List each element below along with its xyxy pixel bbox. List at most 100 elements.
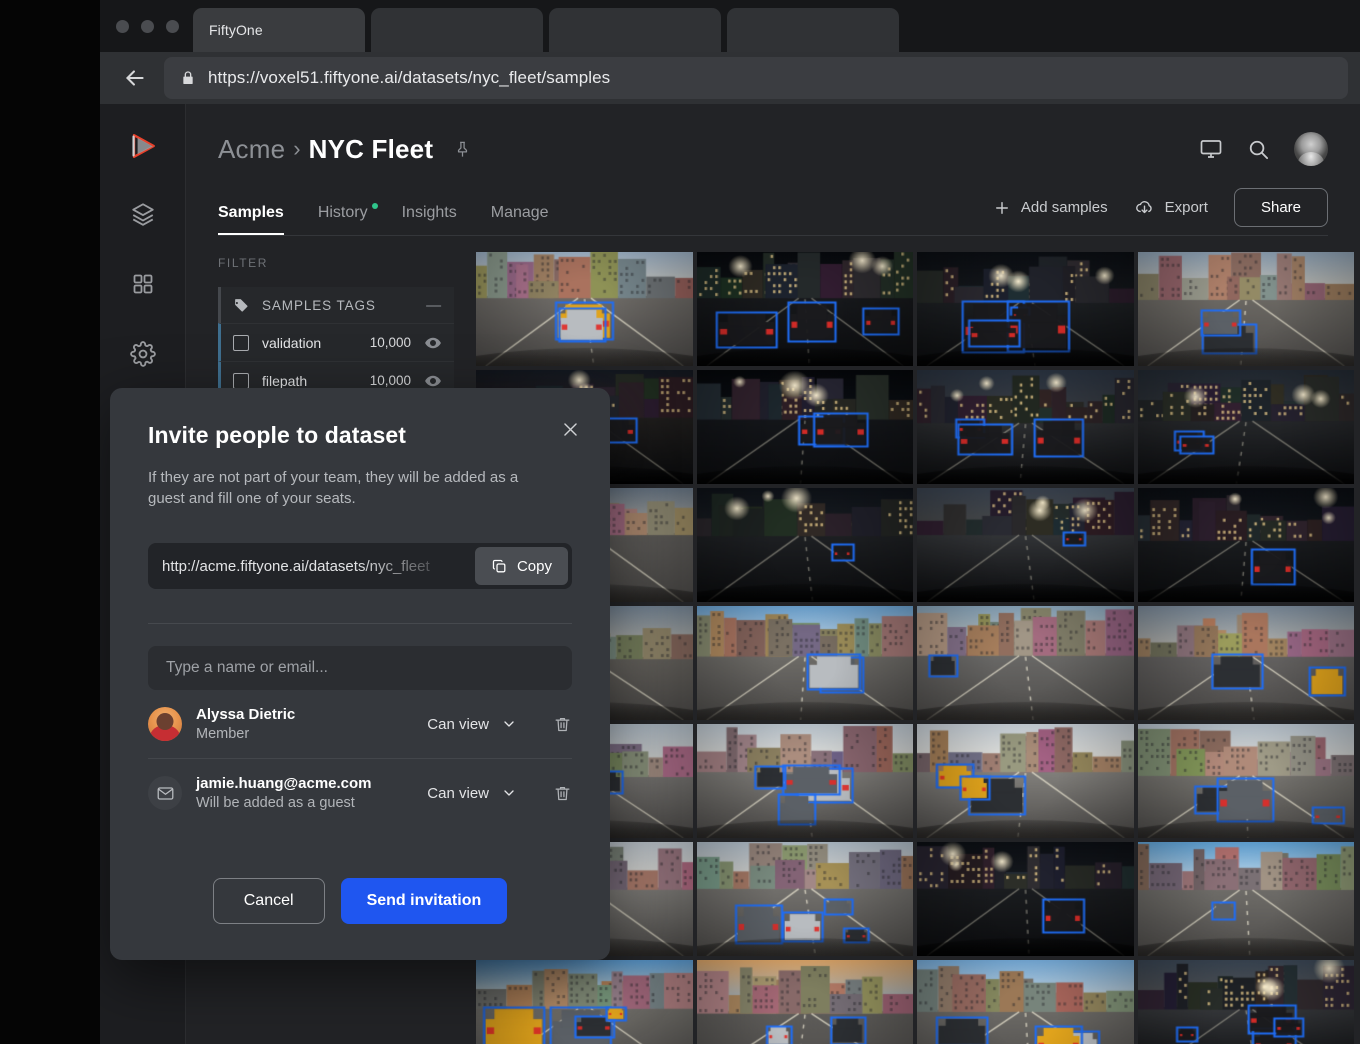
sidebar-item-datasets[interactable] [123, 196, 163, 236]
browser-tab-1[interactable]: FiftyOne [193, 8, 365, 52]
tab-manage[interactable]: Manage [491, 204, 549, 235]
screen: FiftyOne https://voxel51.fiftyone.ai/dat… [0, 0, 1360, 1044]
layers-icon [130, 201, 156, 232]
avatar [148, 707, 182, 741]
sample-thumbnail[interactable] [1137, 960, 1354, 1044]
collapse-icon[interactable]: — [426, 297, 442, 314]
invite-people-modal: Invite people to dataset If they are not… [110, 388, 610, 960]
sample-thumbnail[interactable] [917, 606, 1134, 720]
sample-thumbnail[interactable] [917, 960, 1134, 1044]
role-select[interactable]: Can view [427, 785, 517, 802]
cloud-download-icon [1134, 197, 1155, 218]
cancel-button[interactable]: Cancel [212, 878, 325, 924]
pin-icon[interactable] [453, 140, 472, 159]
modal-description: If they are not part of your team, they … [148, 469, 519, 507]
sample-thumbnail[interactable] [1137, 606, 1354, 720]
eye-icon[interactable] [424, 334, 442, 352]
filter-row-count: 10,000 [369, 335, 411, 350]
share-link-field[interactable]: http://acme.fiftyone.ai/datasets/nyc_fle… [148, 543, 572, 589]
sample-thumbnail[interactable] [696, 370, 913, 484]
history-notification-dot [371, 203, 378, 209]
breadcrumb-org[interactable]: Acme [218, 134, 285, 165]
sample-thumbnail[interactable] [696, 960, 913, 1044]
search-icon[interactable] [1247, 138, 1270, 161]
filter-row-validation[interactable]: validation 10,000 [218, 323, 454, 361]
tag-icon [233, 297, 250, 314]
checkbox[interactable] [233, 372, 249, 389]
dataset-tabs: Samples History Insights Manage Add samp… [218, 188, 1328, 235]
sample-thumbnail[interactable] [696, 842, 913, 956]
share-button[interactable]: Share [1233, 188, 1328, 227]
filter-group-samples-tags[interactable]: SAMPLES TAGS — [218, 287, 454, 323]
browser-tab-3[interactable] [549, 8, 721, 52]
checkbox[interactable] [233, 334, 249, 351]
sidebar-item-apps[interactable] [123, 266, 163, 306]
tab-history[interactable]: History [318, 203, 378, 235]
filter-row-count: 10,000 [369, 373, 411, 388]
close-icon[interactable] [561, 420, 580, 444]
filter-row-label: filepath [262, 372, 308, 389]
sample-thumbnail[interactable] [917, 842, 1134, 956]
list-item: Alyssa Dietric Member Can view [148, 690, 572, 758]
share-link-text: http://acme.fiftyone.ai/datasets/nyc_fle… [162, 557, 430, 575]
monitor-icon[interactable] [1199, 137, 1223, 161]
person-subtitle: Will be added as a guest [196, 795, 355, 811]
sample-thumbnail[interactable] [917, 370, 1134, 484]
sample-thumbnail[interactable] [917, 724, 1134, 838]
sample-thumbnail[interactable] [476, 252, 693, 366]
export-button[interactable]: Export [1134, 197, 1208, 218]
eye-icon[interactable] [424, 372, 442, 390]
trash-icon[interactable] [553, 715, 572, 734]
maximize-window-dot[interactable] [166, 19, 179, 33]
sample-thumbnail[interactable] [1137, 370, 1354, 484]
window-controls[interactable] [108, 0, 193, 52]
sample-thumbnail[interactable] [696, 606, 913, 720]
avatar[interactable] [1294, 132, 1328, 166]
sample-thumbnail[interactable] [696, 724, 913, 838]
close-window-dot[interactable] [116, 19, 129, 33]
chevron-down-icon [501, 785, 517, 801]
sample-thumbnail[interactable] [696, 252, 913, 366]
copy-button[interactable]: Copy [474, 547, 568, 585]
copy-icon [491, 558, 508, 575]
tab-insights[interactable]: Insights [402, 204, 457, 235]
sample-thumbnail[interactable] [1137, 724, 1354, 838]
role-label: Can view [427, 715, 489, 733]
sample-thumbnail[interactable] [1137, 842, 1354, 956]
mail-icon [148, 776, 182, 810]
add-samples-button[interactable]: Add samples [993, 199, 1108, 217]
breadcrumb-separator: › [293, 136, 301, 161]
fiftyone-logo-icon[interactable] [123, 126, 163, 166]
browser-tab-4[interactable] [727, 8, 899, 52]
sample-thumbnail[interactable] [1137, 252, 1354, 366]
send-invitation-button[interactable]: Send invitation [340, 878, 508, 924]
back-arrow-icon[interactable] [112, 58, 158, 98]
role-select[interactable]: Can view [427, 716, 517, 733]
export-label: Export [1164, 199, 1208, 216]
copy-label: Copy [516, 557, 552, 575]
breadcrumb: Acme › NYC Fleet [218, 132, 1328, 166]
browser-toolbar: https://voxel51.fiftyone.ai/datasets/nyc… [100, 52, 1360, 104]
person-name: jamie.huang@acme.com [196, 775, 372, 792]
person-name: Alyssa Dietric [196, 706, 296, 723]
browser-tab-2[interactable] [371, 8, 543, 52]
minimize-window-dot[interactable] [141, 19, 154, 33]
filter-row-label: validation [262, 334, 322, 351]
modal-title: Invite people to dataset [148, 422, 407, 448]
sidebar-item-settings[interactable] [123, 336, 163, 376]
sample-thumbnail[interactable] [696, 488, 913, 602]
sample-thumbnail[interactable] [1137, 488, 1354, 602]
page-title: NYC Fleet [308, 133, 434, 164]
person-subtitle: Member [196, 726, 250, 742]
invite-name-input[interactable]: Type a name or email... [148, 646, 572, 690]
plus-icon [993, 199, 1011, 217]
tab-samples[interactable]: Samples [218, 204, 284, 235]
sample-thumbnail[interactable] [476, 960, 693, 1044]
browser-tab-label: FiftyOne [209, 22, 263, 38]
trash-icon[interactable] [553, 784, 572, 803]
sample-thumbnail[interactable] [917, 252, 1134, 366]
dataset-header: Acme › NYC Fleet Samples History Insight… [186, 104, 1360, 235]
sample-thumbnail[interactable] [917, 488, 1134, 602]
address-bar[interactable]: https://voxel51.fiftyone.ai/datasets/nyc… [164, 57, 1348, 99]
browser-tabstrip: FiftyOne [100, 0, 1360, 52]
